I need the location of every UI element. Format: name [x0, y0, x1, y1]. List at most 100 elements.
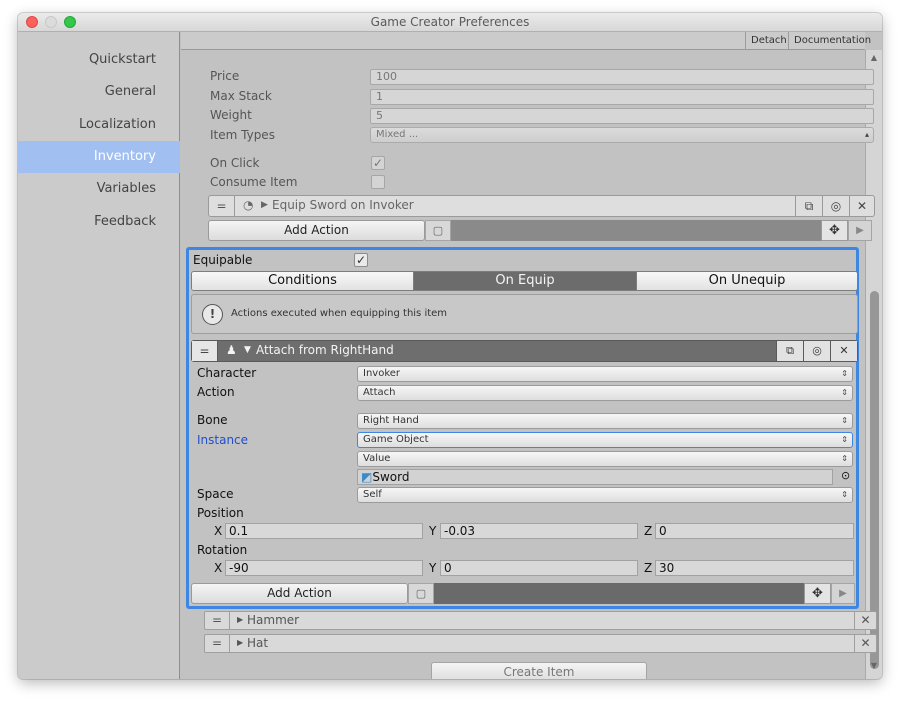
settings-icon[interactable]: ◎	[803, 341, 830, 361]
position-y-label: Y	[429, 524, 437, 538]
select-arrows-icon: ⇕	[841, 416, 848, 425]
check-icon: ✓	[372, 156, 384, 170]
sidebar-item-localization[interactable]: Localization	[18, 109, 180, 141]
sidebar-item-variables[interactable]: Variables	[18, 173, 180, 205]
drag-handle-icon[interactable]: =	[192, 341, 218, 361]
rotation-label: Rotation	[197, 543, 248, 557]
move-icon[interactable]: ✥	[804, 583, 831, 604]
on-click-checkbox[interactable]: ✓	[371, 156, 385, 170]
equipable-label: Equipable	[193, 253, 253, 267]
scroll-up-icon[interactable]: ▲	[869, 53, 879, 62]
select-arrows-icon: ⇕	[841, 454, 848, 463]
play-icon[interactable]: ▶	[848, 220, 872, 241]
value-select[interactable]: Value ⇕	[357, 451, 853, 467]
click-action-header[interactable]: = ◔ ▶ Equip Sword on Invoker ⧉ ◎ ✕	[208, 195, 875, 217]
window-title: Game Creator Preferences	[370, 15, 530, 29]
drag-handle-icon[interactable]: =	[205, 612, 230, 629]
actions-drop-zone	[451, 220, 821, 241]
sidebar-item-inventory[interactable]: Inventory	[18, 141, 180, 173]
tab-conditions[interactable]: Conditions	[192, 272, 414, 290]
consume-item-checkbox[interactable]	[371, 175, 385, 189]
equip-action-header[interactable]: = ♟ ▼ Attach from RightHand ⧉ ◎ ✕	[191, 340, 858, 362]
game-object-field[interactable]: ◩Sword	[357, 469, 833, 485]
play-icon[interactable]: ▶	[831, 583, 855, 604]
sidebar: Quickstart General Localization Inventor…	[18, 32, 180, 679]
item-name: Hammer	[247, 613, 300, 627]
character-value: Invoker	[363, 368, 401, 379]
vertical-scrollbar[interactable]: ▲ ▼	[865, 50, 882, 679]
tab-on-equip[interactable]: On Equip	[414, 272, 636, 290]
bone-select[interactable]: Right Hand ⇕	[357, 413, 853, 429]
click-action-title: Equip Sword on Invoker	[272, 198, 414, 212]
equipable-panel: Equipable ✓ Conditions On Equip On Unequ…	[186, 247, 859, 609]
position-x-label: X	[214, 524, 223, 538]
select-arrows-icon: ⇕	[841, 369, 848, 378]
move-icon[interactable]: ✥	[821, 220, 848, 241]
rotation-z-field[interactable]: 30	[655, 560, 854, 576]
remove-icon[interactable]: ✕	[830, 341, 857, 361]
duplicate-icon[interactable]: ⧉	[795, 196, 822, 216]
expand-arrow-icon[interactable]: ▶	[237, 615, 243, 624]
action-label: Action	[197, 385, 235, 399]
action-value: Attach	[363, 387, 396, 398]
item-row-hammer[interactable]: = ▶ Hammer ✕	[204, 611, 877, 630]
rotation-y-label: Y	[429, 561, 437, 575]
character-select[interactable]: Invoker ⇕	[357, 366, 853, 382]
sidebar-item-general[interactable]: General	[18, 76, 180, 108]
position-z-field[interactable]: 0	[655, 523, 854, 539]
help-text: Actions executed when equipping this ite…	[231, 308, 448, 319]
character-label: Character	[197, 366, 257, 380]
collapse-arrow-icon[interactable]: ▼	[244, 345, 251, 355]
select-arrows-icon: ⇕	[841, 435, 848, 444]
object-picker-icon[interactable]: ⊙	[841, 469, 850, 482]
equip-add-action-row: Add Action ▢ ✥ ▶	[191, 583, 858, 604]
space-select[interactable]: Self ⇕	[357, 487, 853, 503]
settings-icon[interactable]: ◎	[822, 196, 849, 216]
equip-action-title: Attach from RightHand	[256, 343, 394, 357]
weight-field[interactable]: 5	[370, 108, 874, 124]
main-content: Detach Documentation ▲ ▼ Price 100 Max S…	[181, 32, 882, 679]
bone-value: Right Hand	[363, 415, 419, 426]
weight-label: Weight	[210, 108, 252, 122]
drag-handle-icon[interactable]: =	[209, 196, 235, 216]
rotation-z-label: Z	[644, 561, 653, 575]
equip-tabs: Conditions On Equip On Unequip	[191, 271, 858, 291]
duplicate-icon[interactable]: ⧉	[776, 341, 803, 361]
item-types-select[interactable]: Mixed ... ▴	[370, 127, 874, 143]
clipboard-icon[interactable]: ▢	[425, 220, 451, 241]
remove-icon[interactable]: ✕	[854, 612, 876, 629]
expand-arrow-icon[interactable]: ▶	[237, 638, 243, 647]
remove-icon[interactable]: ✕	[854, 635, 876, 652]
space-value: Self	[363, 489, 382, 500]
add-action-button[interactable]: Add Action	[191, 583, 408, 604]
expand-arrow-icon[interactable]: ▶	[261, 200, 268, 210]
equipable-checkbox[interactable]: ✓	[354, 253, 368, 267]
price-field[interactable]: 100	[370, 69, 874, 85]
price-label: Price	[210, 69, 240, 83]
item-row-hat[interactable]: = ▶ Hat ✕	[204, 634, 877, 653]
sidebar-item-feedback[interactable]: Feedback	[18, 206, 180, 238]
position-x-field[interactable]: 0.1	[225, 523, 423, 539]
content-toolbar: Detach Documentation	[181, 32, 871, 50]
drag-handle-icon[interactable]: =	[205, 635, 230, 652]
remove-icon[interactable]: ✕	[849, 196, 874, 216]
rotation-y-field[interactable]: 0	[440, 560, 638, 576]
instance-select[interactable]: Game Object ⇕	[357, 432, 853, 448]
title-bar: Game Creator Preferences	[18, 13, 882, 32]
documentation-button[interactable]: Documentation	[788, 32, 876, 50]
tab-on-unequip[interactable]: On Unequip	[636, 272, 857, 290]
max-stack-field[interactable]: 1	[370, 89, 874, 105]
info-icon: !	[202, 304, 223, 325]
action-select[interactable]: Attach ⇕	[357, 385, 853, 401]
clipboard-icon[interactable]: ▢	[408, 583, 434, 604]
scroll-down-icon[interactable]: ▼	[869, 661, 879, 670]
sidebar-item-quickstart[interactable]: Quickstart	[18, 44, 180, 76]
position-z-label: Z	[644, 524, 653, 538]
create-item-button[interactable]: Create Item	[431, 662, 647, 679]
value-type: Value	[363, 453, 391, 464]
detach-button[interactable]: Detach	[745, 32, 792, 50]
position-y-field[interactable]: -0.03	[440, 523, 638, 539]
rotation-x-field[interactable]: -90	[225, 560, 423, 576]
add-action-button[interactable]: Add Action	[208, 220, 425, 241]
space-label: Space	[197, 487, 234, 501]
